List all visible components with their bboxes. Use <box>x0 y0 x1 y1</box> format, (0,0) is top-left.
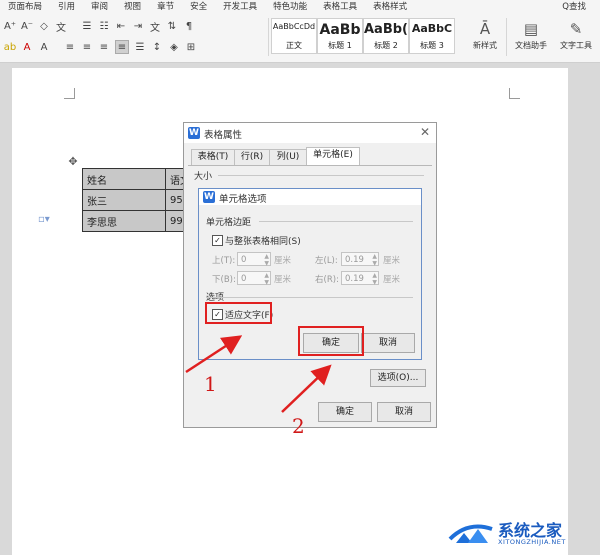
watermark-url: XITONGZHIJIA.NET <box>498 538 566 546</box>
annotation-arrows <box>185 335 332 413</box>
step-number-2: 2 <box>292 414 305 438</box>
watermark-logo-icon <box>448 524 493 543</box>
arrow-step-2 <box>281 364 332 413</box>
step-number-1: 1 <box>204 372 217 396</box>
watermark: 系统之家 XITONGZHIJIA.NET <box>446 515 596 551</box>
arrow-step-1 <box>185 335 243 374</box>
